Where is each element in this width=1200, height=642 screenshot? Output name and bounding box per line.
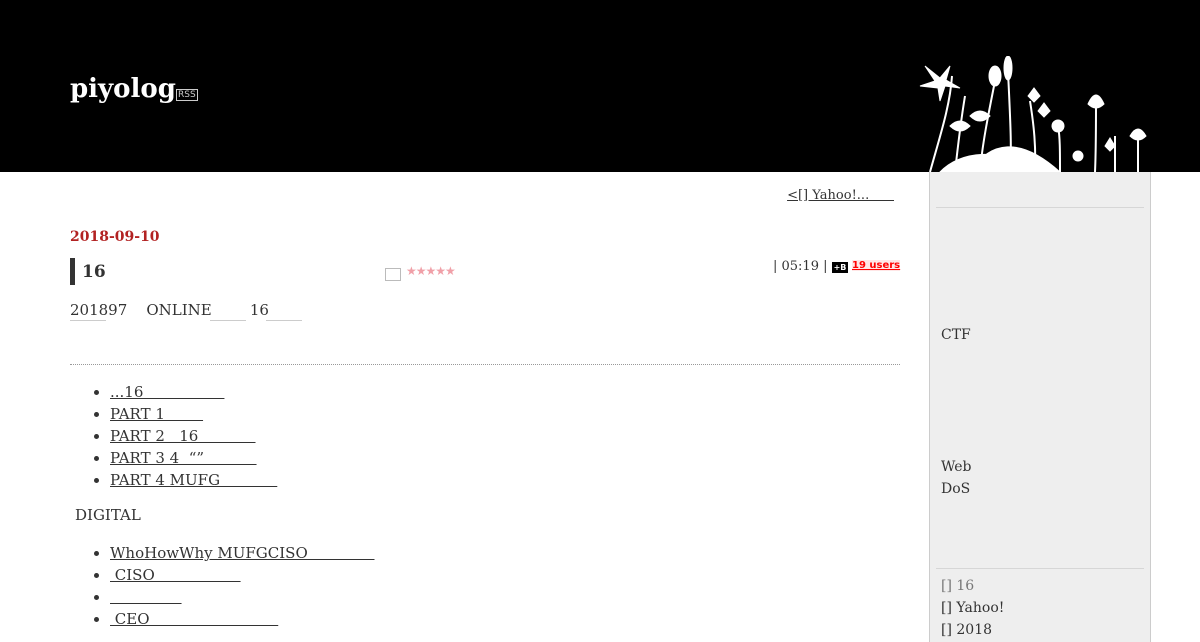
rss-link[interactable]: RSS <box>176 89 198 101</box>
divider <box>70 364 900 365</box>
list-item: WhoHowWhy MUFGCISO <box>110 542 375 564</box>
table-of-contents: ...16 PART 1 PART 2 16 PART 3 4 “” PART … <box>70 381 277 491</box>
toc-link[interactable]: PART 3 4 “” <box>110 449 257 467</box>
hatena-bookmark-icon[interactable]: +B <box>832 262 848 273</box>
sidebar: CTF Web DoS [] 16 [] Yahoo! [] 2018 <box>929 172 1151 642</box>
sidebar-recent-link[interactable]: [] 2018 <box>941 622 992 638</box>
list-item: PART 2 16 <box>110 425 277 447</box>
image-icon <box>385 268 401 281</box>
list-item: PART 3 4 “” <box>110 447 277 469</box>
section-link-list: WhoHowWhy MUFGCISO CISO CEO <box>70 542 375 630</box>
entry-title[interactable]: 16 <box>82 262 106 282</box>
sidebar-dos-label: DoS <box>941 481 971 497</box>
section-link[interactable]: WhoHowWhy MUFGCISO <box>110 544 375 562</box>
prev-entry-link[interactable]: <[] Yahoo!... <box>787 188 894 203</box>
blog-title-link[interactable]: piyolog <box>70 74 176 104</box>
toc-link[interactable]: ...16 <box>110 383 224 401</box>
entry-date[interactable]: 2018-09-10 <box>70 229 160 245</box>
toc-link[interactable]: PART 1 <box>110 405 203 423</box>
section-heading: DIGITAL <box>75 506 141 524</box>
flower-illustration-icon <box>919 56 1147 172</box>
rating-stars[interactable]: ★★★★★ <box>406 264 456 278</box>
list-item: PART 4 MUFG <box>110 469 277 491</box>
section-link[interactable]: CEO <box>110 610 278 628</box>
list-item: PART 1 <box>110 403 277 425</box>
sidebar-recent-link[interactable]: [] Yahoo! <box>941 600 1004 616</box>
list-item <box>110 586 375 608</box>
list-item: CEO <box>110 608 375 630</box>
toc-link[interactable]: PART 4 MUFG <box>110 471 277 489</box>
title-accent-bar <box>70 258 75 285</box>
keyword-underline <box>266 320 302 321</box>
section-link[interactable]: CISO <box>110 566 241 584</box>
blog-header: piyolog RSS <box>0 0 1200 172</box>
list-item: ...16 <box>110 381 277 403</box>
sidebar-divider <box>936 207 1144 208</box>
keyword-underline <box>210 320 246 321</box>
sidebar-recent-link[interactable]: [] 16 <box>941 578 974 594</box>
keyword-underline <box>70 320 106 321</box>
sidebar-ctf-label: CTF <box>941 327 971 343</box>
entry-intro-text: 201897 ONLINE 16 <box>70 301 269 319</box>
toc-link[interactable]: PART 2 16 <box>110 427 256 445</box>
sidebar-divider <box>936 568 1144 569</box>
bookmark-users-count[interactable]: 19 users <box>852 260 901 271</box>
list-item: CISO <box>110 564 375 586</box>
section-link[interactable] <box>110 588 182 606</box>
entry-time: | 05:19 | <box>773 259 828 274</box>
sidebar-web-label: Web <box>941 459 972 475</box>
